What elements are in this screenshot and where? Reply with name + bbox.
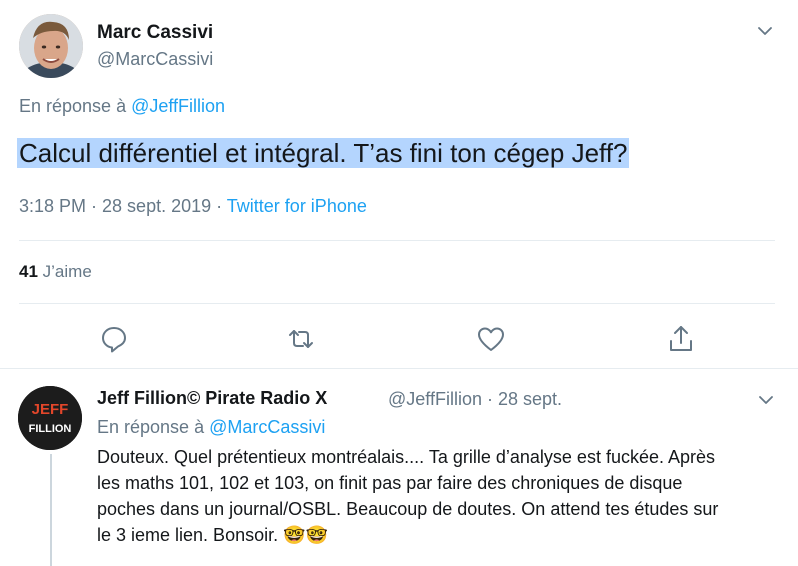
like-count: 41 [19,262,38,281]
reply-text: Douteux. Quel prétentieux montréalais...… [97,444,737,548]
share-icon[interactable] [666,324,696,354]
main-tweet: Marc Cassivi @MarcCassivi En réponse à @… [0,0,798,368]
like-label: J’aime [37,262,92,281]
source-link[interactable]: Twitter for iPhone [227,196,367,216]
chevron-down-icon[interactable] [756,22,774,40]
divider [19,303,775,304]
thread-line [50,454,52,566]
avatar[interactable] [19,14,83,78]
avatar[interactable]: JEFF FILLION [18,386,82,450]
display-name[interactable]: Marc Cassivi [97,22,213,44]
reply-context: En réponse à @MarcCassivi [97,417,325,438]
handle-and-time[interactable]: @JeffFillion · 28 sept. [388,389,562,410]
divider [19,240,775,241]
reply-prefix: En réponse à [97,417,210,437]
reply-tweet[interactable]: JEFF FILLION Jeff Fillion© Pirate Radio … [0,369,798,566]
avatar-logo-top: JEFF [32,401,69,418]
timestamp[interactable]: 3:18 PM · 28 sept. 2019 · [19,196,227,216]
reply-icon[interactable] [99,324,129,354]
like-icon[interactable] [476,324,506,354]
reply-body: Douteux. Quel prétentieux montréalais...… [97,447,719,545]
reply-to-link[interactable]: @JeffFillion [131,96,225,116]
like-stats[interactable]: 41 J’aime [19,262,92,282]
reply-to-link[interactable]: @MarcCassivi [209,417,325,437]
selected-tweet-text: Calcul différentiel et intégral. T’as fi… [17,138,630,168]
chevron-down-icon[interactable] [757,391,775,409]
reply-prefix: En réponse à [19,96,132,116]
tweet-meta: 3:18 PM · 28 sept. 2019 · Twitter for iP… [19,196,367,217]
avatar-logo-bottom: FILLION [29,423,72,435]
nerd-face-emoji: 🤓🤓 [283,525,328,545]
handle[interactable]: @MarcCassivi [97,49,213,70]
tweet-text: Calcul différentiel et intégral. T’as fi… [17,133,630,173]
retweet-icon[interactable] [286,324,316,354]
reply-context: En réponse à @JeffFillion [19,96,225,117]
display-name[interactable]: Jeff Fillion© Pirate Radio X [97,388,327,409]
